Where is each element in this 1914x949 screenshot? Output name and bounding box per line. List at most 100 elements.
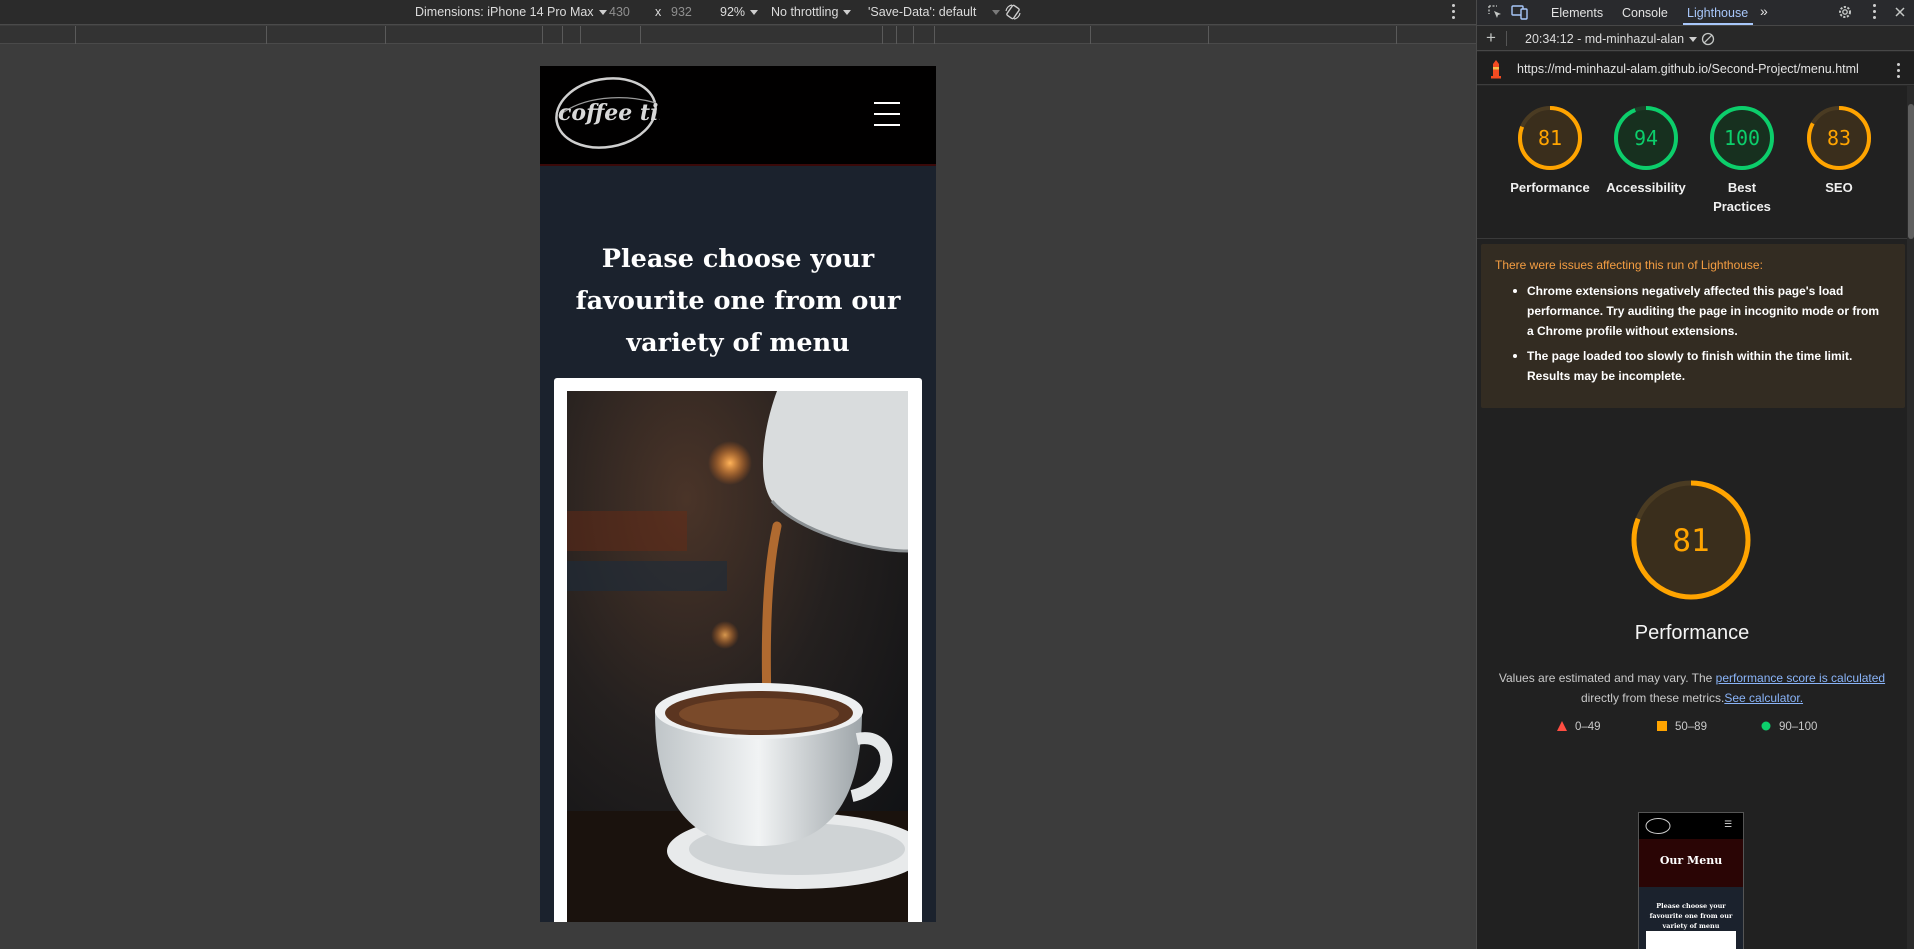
- gauge-seo[interactable]: 83 SEO: [1791, 104, 1887, 197]
- device-select[interactable]: Dimensions: iPhone 14 Pro Max: [415, 5, 607, 19]
- dimension-separator: x: [655, 5, 662, 19]
- chevron-down-icon: [598, 10, 607, 16]
- lighthouse-report: 81 Performance 94 Accessibility 100 Best…: [1477, 86, 1907, 949]
- thumb-banner: Our Menu: [1639, 839, 1743, 887]
- tab-lighthouse[interactable]: Lighthouse: [1687, 6, 1748, 20]
- gauge-label: SEO: [1825, 180, 1853, 195]
- circle-icon: [1761, 721, 1771, 731]
- report-url[interactable]: https://md-minhazul-alam.github.io/Secon…: [1517, 62, 1859, 76]
- thumb-body: Please choose your favourite one from ou…: [1639, 887, 1743, 949]
- tab-console[interactable]: Console: [1622, 6, 1668, 20]
- note-text: Values are estimated and may vary. The: [1498, 671, 1716, 685]
- thumb-menu-icon: ☰: [1724, 819, 1733, 829]
- media-query-ruler: [0, 26, 1476, 44]
- device-emulation-area: Dimensions: iPhone 14 Pro Max 430 x 932 …: [0, 0, 1476, 949]
- coffee-pour-photo: [567, 391, 908, 922]
- see-calculator-link[interactable]: See calculator.: [1724, 691, 1803, 705]
- report-url-bar: https://md-minhazul-alam.github.io/Secon…: [1477, 52, 1914, 85]
- chevron-down-icon: [992, 10, 1001, 16]
- scrollbar-thumb[interactable]: [1908, 104, 1914, 239]
- thumb-title: Our Menu: [1659, 854, 1723, 867]
- legend-pass: 90–100: [1761, 721, 1817, 733]
- save-data-select[interactable]: 'Save-Data': default: [868, 5, 1001, 19]
- toolbar-divider: [1506, 31, 1507, 46]
- legend-label: 90–100: [1779, 721, 1818, 733]
- width-input[interactable]: 430: [609, 5, 630, 19]
- inspect-element-icon[interactable]: [1487, 4, 1503, 20]
- zoom-select[interactable]: 92%: [720, 5, 759, 19]
- throttling-label: No throttling: [771, 5, 839, 19]
- gauge-label: Performance: [1510, 180, 1590, 195]
- score-gauge: 83: [1807, 106, 1871, 170]
- tab-elements[interactable]: Elements: [1551, 6, 1603, 20]
- device-toolbar-icon[interactable]: [1511, 4, 1529, 20]
- devtools-panel: Elements Console Lighthouse » + 20:34:12…: [1476, 0, 1914, 949]
- score-value: 83: [1827, 126, 1851, 150]
- divider: [1477, 238, 1907, 239]
- score-calculation-link[interactable]: performance score is calculated: [1716, 671, 1885, 685]
- lighthouse-icon: [1491, 60, 1501, 79]
- report-select[interactable]: 20:34:12 - md-minhazul-alan: [1525, 32, 1698, 46]
- warning-title: There were issues affecting this run of …: [1495, 258, 1763, 272]
- chevron-down-icon: [1689, 37, 1698, 43]
- score-value: 81: [1672, 523, 1709, 559]
- score-gauge: 81: [1518, 106, 1582, 170]
- gauge-best-practices[interactable]: 100 Best Practices: [1694, 104, 1790, 216]
- more-tabs-icon[interactable]: »: [1760, 3, 1768, 19]
- page-screenshot-thumbnail[interactable]: ☰ Our Menu Please choose your favourite …: [1638, 812, 1744, 949]
- phone-viewport: coffee time Please choose your favourite…: [540, 66, 936, 922]
- gauge-performance[interactable]: 81 Performance: [1502, 104, 1598, 197]
- legend-label: 0–49: [1575, 721, 1601, 733]
- legend-fail: 0–49: [1557, 721, 1601, 733]
- throttling-select[interactable]: No throttling: [771, 5, 852, 19]
- gauge-label: Accessibility: [1606, 180, 1686, 195]
- gauge-accessibility[interactable]: 94 Accessibility: [1598, 104, 1694, 197]
- report-select-label: 20:34:12 - md-minhazul-alan: [1525, 32, 1685, 46]
- save-data-label: 'Save-Data': default: [868, 5, 977, 19]
- warning-list: Chrome extensions negatively affected th…: [1513, 281, 1887, 391]
- coffee-time-logo[interactable]: coffee time: [552, 75, 660, 151]
- device-toolbar: Dimensions: iPhone 14 Pro Max 430 x 932 …: [0, 0, 1476, 25]
- zoom-label: 92%: [720, 5, 746, 19]
- screen: Dimensions: iPhone 14 Pro Max 430 x 932 …: [0, 0, 1914, 949]
- thumb-card: [1646, 931, 1736, 949]
- performance-heading: Performance: [1634, 622, 1750, 644]
- warning-item: The page loaded too slowly to finish wit…: [1513, 346, 1887, 386]
- devtools-tab-bar: Elements Console Lighthouse »: [1477, 0, 1914, 26]
- device-label: Dimensions: iPhone 14 Pro Max: [415, 5, 594, 19]
- rotate-icon[interactable]: [1004, 3, 1022, 21]
- run-warnings-box: There were issues affecting this run of …: [1481, 244, 1905, 408]
- site-header: coffee time: [540, 66, 936, 166]
- report-options-icon[interactable]: [1896, 63, 1900, 78]
- more-options-icon[interactable]: [1451, 4, 1455, 19]
- active-tab-indicator: [1683, 23, 1753, 25]
- lighthouse-toolbar: + 20:34:12 - md-minhazul-alan: [1477, 27, 1914, 51]
- legend-average: 50–89: [1657, 721, 1707, 733]
- report-scrollbar[interactable]: [1907, 86, 1914, 949]
- warning-item: Chrome extensions negatively affected th…: [1513, 281, 1887, 341]
- settings-gear-icon[interactable]: [1837, 4, 1853, 20]
- score-gauge: 94: [1614, 106, 1678, 170]
- triangle-icon: [1557, 721, 1567, 731]
- chevron-down-icon: [750, 10, 759, 16]
- note-text: directly from these metrics.: [1580, 691, 1725, 705]
- gauge-label: Best Practices: [1713, 180, 1771, 214]
- performance-main-gauge[interactable]: 81: [1629, 478, 1753, 602]
- hamburger-menu-icon[interactable]: [874, 102, 900, 128]
- thumb-subtitle: Please choose your favourite one from ou…: [1649, 902, 1733, 930]
- score-value: 94: [1634, 126, 1658, 150]
- score-value: 81: [1538, 126, 1562, 150]
- clear-reports-icon[interactable]: [1701, 32, 1715, 46]
- height-input[interactable]: 932: [671, 5, 692, 19]
- close-icon[interactable]: [1894, 6, 1906, 18]
- new-report-icon[interactable]: +: [1486, 28, 1496, 48]
- logo-lettering: coffee time: [558, 100, 660, 126]
- thumb-header: ☰: [1639, 813, 1743, 839]
- page-heading: Please choose your favourite one from ou…: [575, 244, 901, 358]
- square-icon: [1657, 721, 1667, 731]
- score-value: 100: [1724, 126, 1760, 150]
- legend-label: 50–89: [1675, 721, 1707, 733]
- chevron-down-icon: [843, 10, 852, 16]
- devtools-menu-icon[interactable]: [1872, 4, 1876, 19]
- score-note: Values are estimated and may vary. The p…: [1493, 668, 1891, 708]
